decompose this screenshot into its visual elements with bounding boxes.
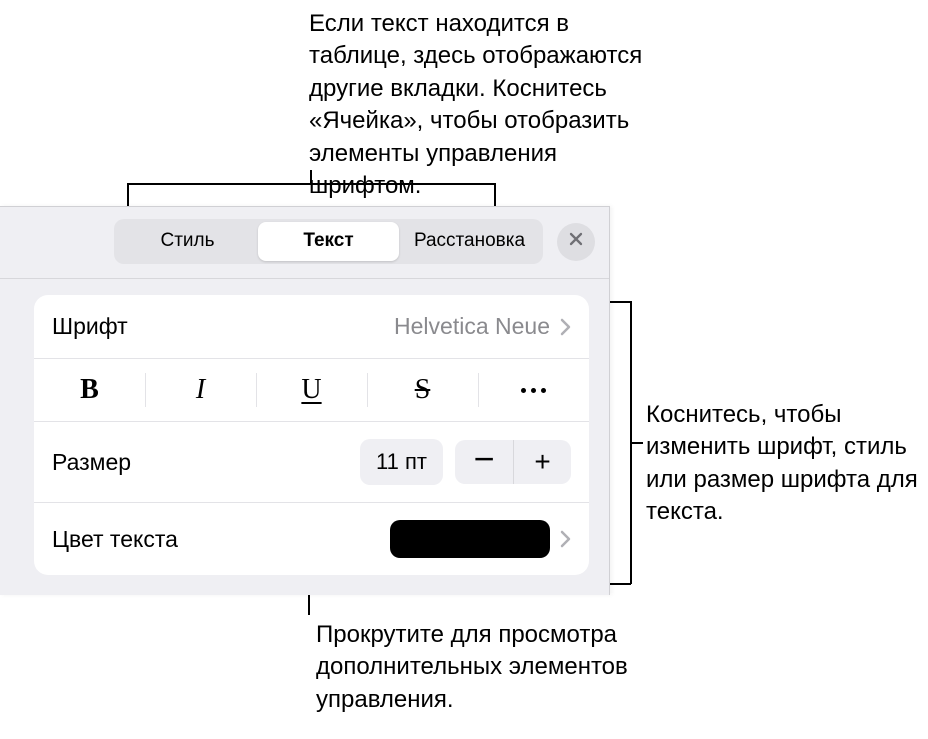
bold-button[interactable]: B: [34, 359, 145, 421]
italic-button[interactable]: I: [145, 359, 256, 421]
text-settings-card: Шрифт Helvetica Neue B I U S: [34, 295, 589, 575]
chevron-right-icon: [560, 530, 571, 548]
text-color-label: Цвет текста: [52, 526, 390, 553]
size-label: Размер: [52, 449, 360, 476]
callout-line: [310, 170, 312, 184]
underline-button[interactable]: U: [256, 359, 367, 421]
callout-line: [127, 183, 129, 207]
size-value[interactable]: 11 пт: [360, 439, 443, 485]
callout-tabs: Если текст находится в таблице, здесь от…: [309, 8, 659, 202]
callout-line: [631, 442, 643, 444]
strikethrough-icon: S: [415, 374, 431, 406]
callout-line: [494, 183, 496, 207]
panel-header: Стиль Текст Расстановка: [0, 207, 609, 279]
text-color-swatch[interactable]: [390, 520, 550, 558]
size-stepper: − +: [455, 440, 571, 484]
size-decrease-button[interactable]: −: [455, 440, 513, 484]
bold-icon: B: [80, 374, 99, 406]
tab-text[interactable]: Текст: [258, 222, 399, 261]
segmented-control: Стиль Текст Расстановка: [114, 219, 543, 264]
callout-scroll: Прокрутите для просмотра дополнительных …: [316, 619, 666, 716]
close-button[interactable]: [557, 223, 595, 261]
size-controls: 11 пт − +: [360, 439, 571, 485]
font-label: Шрифт: [52, 313, 394, 340]
tab-arrange[interactable]: Расстановка: [399, 222, 540, 261]
underline-icon: U: [301, 374, 321, 406]
size-row: Размер 11 пт − +: [34, 422, 589, 503]
font-style-row: B I U S: [34, 359, 589, 422]
chevron-right-icon: [560, 318, 571, 336]
close-icon: [568, 231, 584, 252]
font-row[interactable]: Шрифт Helvetica Neue: [34, 295, 589, 359]
format-panel: Стиль Текст Расстановка Шрифт Helvetica …: [0, 206, 610, 595]
italic-icon: I: [196, 374, 205, 406]
strikethrough-button[interactable]: S: [367, 359, 478, 421]
size-increase-button[interactable]: +: [513, 440, 571, 484]
more-styles-button[interactable]: [478, 359, 589, 421]
more-icon: [521, 388, 546, 393]
callout-font-controls: Коснитесь, чтобы изменить шрифт, стиль и…: [646, 399, 926, 529]
font-value: Helvetica Neue: [394, 313, 550, 340]
tab-style[interactable]: Стиль: [117, 222, 258, 261]
text-color-row[interactable]: Цвет текста: [34, 503, 589, 575]
